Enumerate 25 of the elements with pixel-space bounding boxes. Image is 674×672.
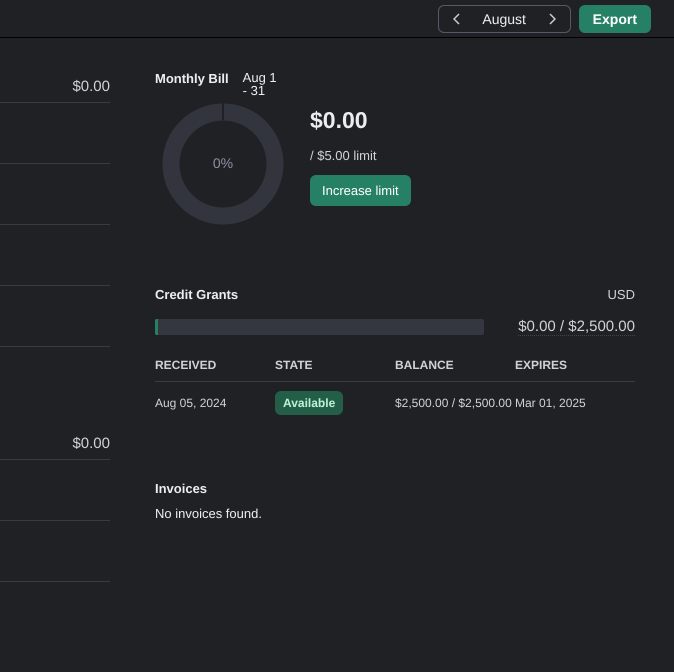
period-text: Aug 1 - 31: [242, 71, 278, 97]
chevron-right-icon: [548, 12, 556, 24]
limit-text: / $5.00 limit: [310, 148, 378, 162]
export-button[interactable]: Export: [578, 4, 651, 32]
table-cell-text: $2,500.00 / $2,500.00: [395, 396, 513, 410]
column-header: EXPIRES: [515, 358, 568, 372]
section-title: Monthly Bill: [155, 71, 229, 86]
increase-limit-button[interactable]: Increase limit: [310, 174, 411, 206]
table-cell-text: Aug 05, 2024: [155, 396, 228, 410]
section-title: Credit Grants: [155, 287, 238, 302]
currency-text: USD: [608, 287, 635, 302]
bill-amount: $0.00: [310, 106, 369, 134]
section-title: Invoices: [155, 481, 208, 496]
amount-text: $0.00: [0, 435, 110, 460]
column-header: BALANCE: [395, 358, 455, 372]
chevron-left-icon: [452, 12, 461, 24]
column-header: STATE: [275, 358, 314, 372]
credit-total: $0.00 / $2,500.00: [518, 318, 635, 336]
column-header: RECEIVED: [155, 358, 218, 372]
table-cell-text: Mar 01, 2025: [515, 396, 587, 410]
amount-text: $0.00: [0, 78, 110, 103]
usage-percent: 0%: [212, 155, 234, 171]
month-picker[interactable]: August: [438, 4, 571, 32]
empty-message: No invoices found.: [155, 506, 263, 521]
status-badge: Available: [275, 391, 344, 415]
